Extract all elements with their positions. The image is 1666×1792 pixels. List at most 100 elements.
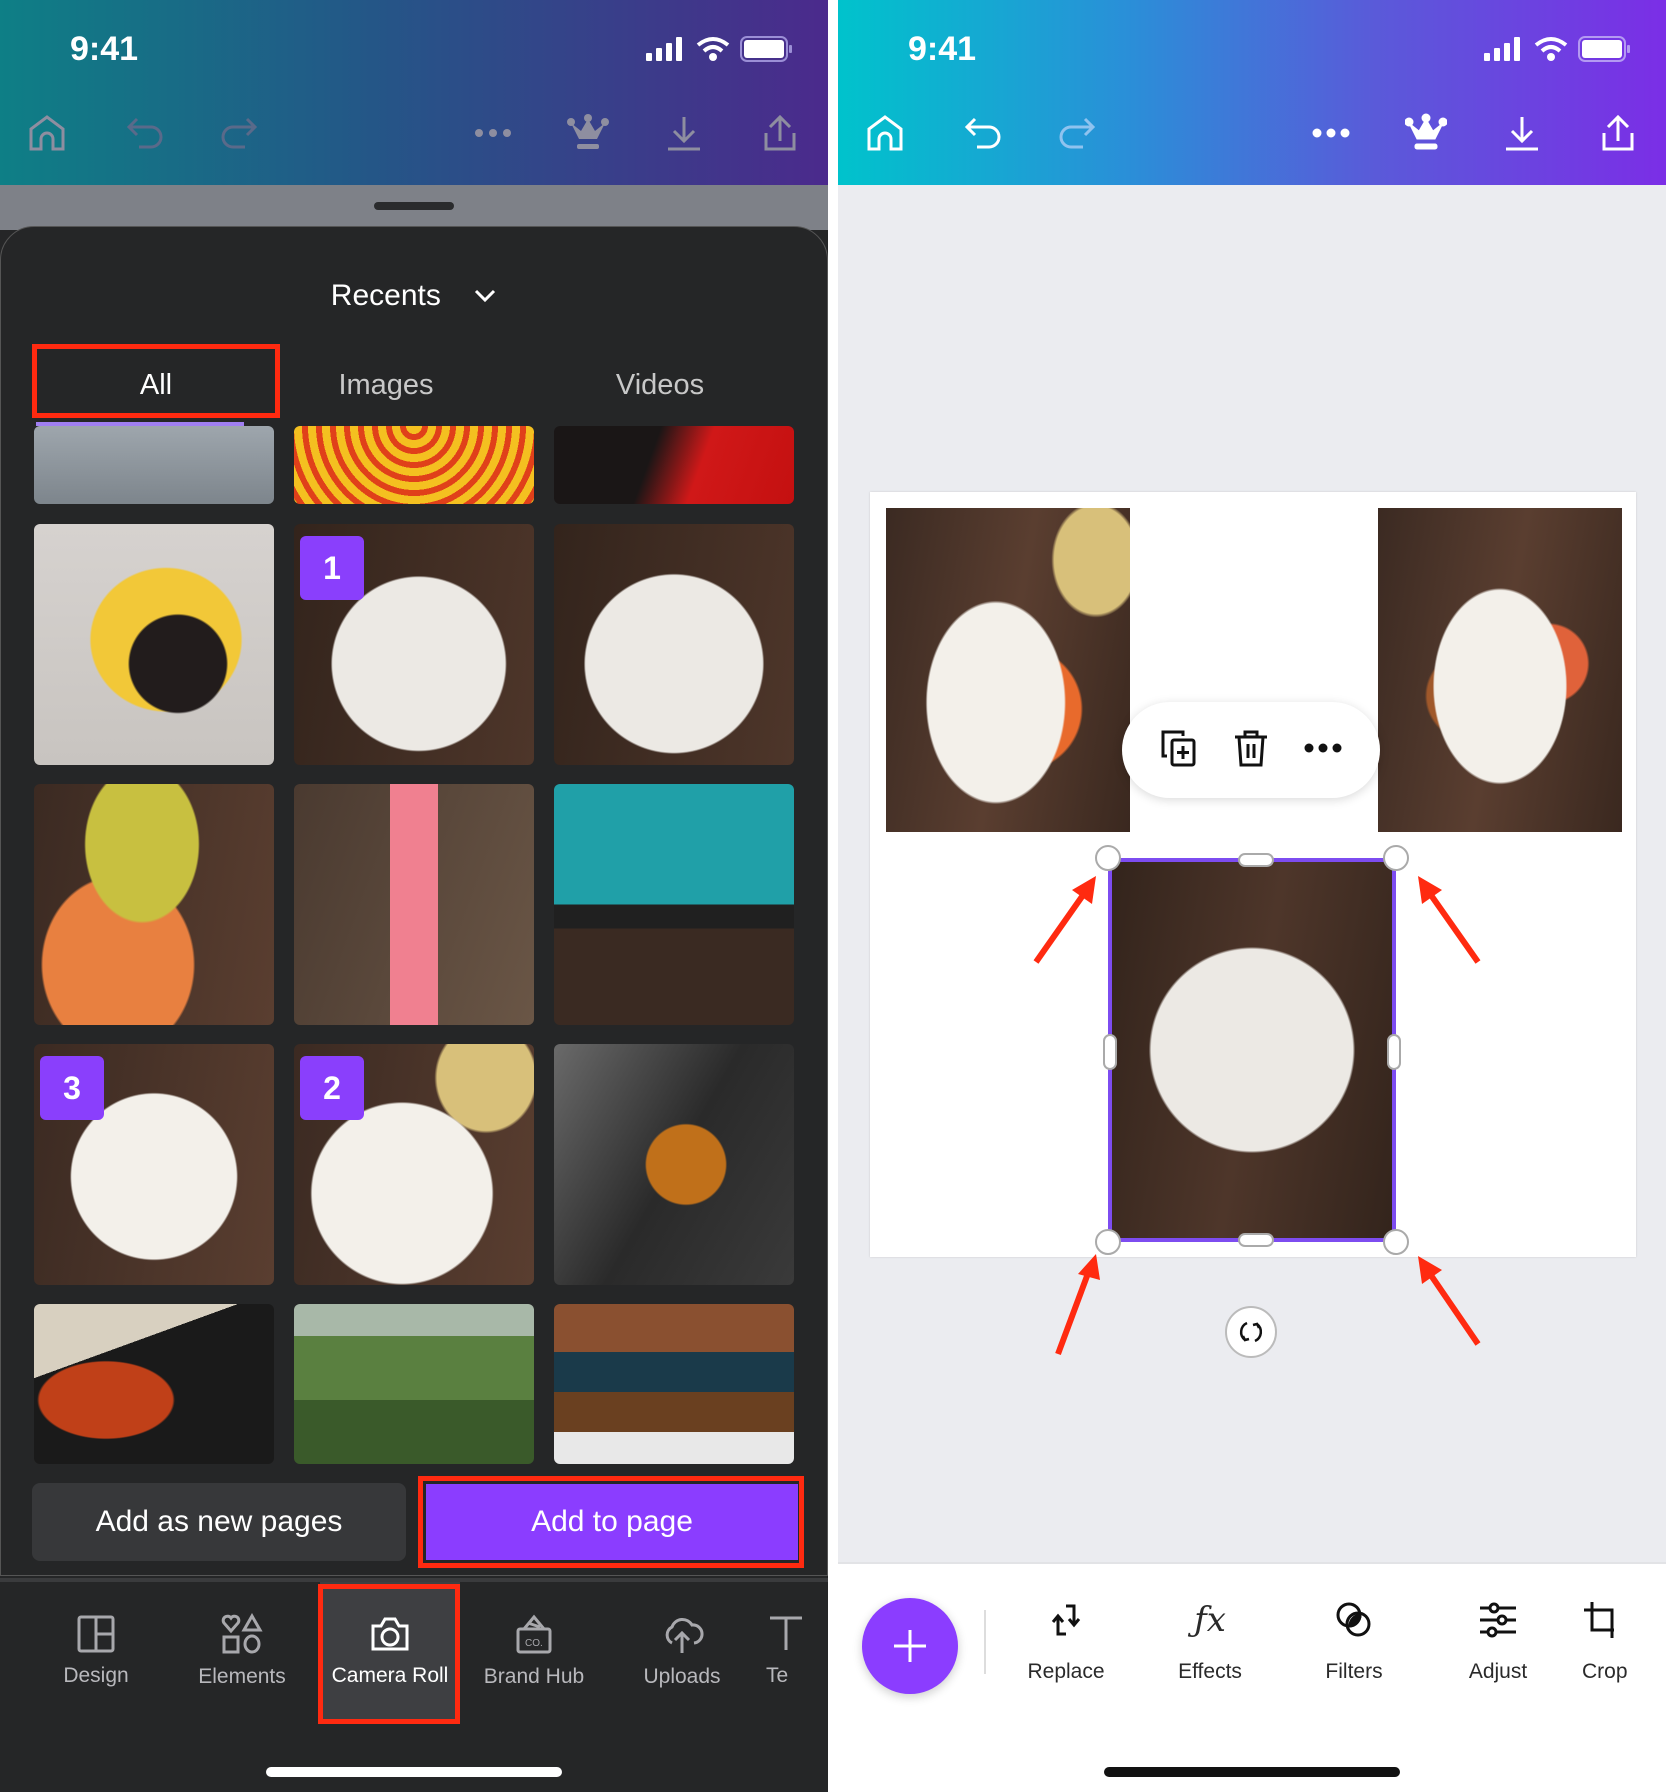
more-button[interactable] [468, 108, 518, 158]
duplicate-button[interactable] [1159, 728, 1199, 773]
home-button[interactable] [860, 108, 910, 158]
adjust-button[interactable]: Adjust [1438, 1600, 1558, 1684]
replace-button[interactable]: Replace [1006, 1600, 1126, 1684]
undo-button[interactable] [120, 108, 170, 158]
canvas-image-breakfast-plate[interactable] [1378, 508, 1622, 832]
nav-text[interactable]: Te [766, 1582, 828, 1720]
redo-icon [221, 117, 258, 149]
nav-elements[interactable]: Elements [172, 1582, 312, 1720]
sheet-drag-handle[interactable] [374, 202, 454, 210]
camera-roll-thumbnail[interactable] [294, 1304, 534, 1464]
nav-label: Elements [198, 1665, 286, 1688]
effects-button[interactable]: ƒx Effects [1150, 1600, 1270, 1684]
folder-label: Recents [330, 279, 441, 313]
nav-brand-hub[interactable]: CO. Brand Hub [464, 1582, 604, 1720]
toolbar-label: Crop [1582, 1660, 1628, 1683]
highlight-box-all-tab [32, 344, 280, 418]
home-icon [867, 115, 903, 151]
nav-label: Brand Hub [483, 1665, 585, 1688]
resize-handle-left[interactable] [1103, 1034, 1117, 1070]
download-button[interactable] [1497, 108, 1547, 158]
camera-roll-thumbnail[interactable] [294, 426, 534, 504]
add-element-button[interactable] [862, 1598, 958, 1694]
resize-handle-top-right[interactable] [1383, 845, 1409, 871]
chevron-down-icon [475, 290, 496, 303]
nav-design[interactable]: Design [26, 1582, 166, 1720]
more-options-button[interactable] [1303, 741, 1343, 759]
home-indicator [1104, 1767, 1400, 1777]
text-icon [770, 1616, 802, 1650]
nav-label: Uploads [643, 1665, 721, 1688]
wifi-icon [1534, 37, 1568, 61]
more-button[interactable] [1306, 108, 1356, 158]
status-time: 9:41 [70, 30, 139, 68]
resize-handle-top[interactable] [1238, 853, 1274, 867]
layout-icon [77, 1615, 115, 1653]
add-as-new-pages-button[interactable]: Add as new pages [32, 1483, 406, 1561]
editor-header: 9:41 [0, 0, 828, 185]
camera-roll-thumbnail[interactable] [34, 524, 274, 765]
annotation-arrow-top-left [1033, 876, 1096, 964]
camera-roll-thumbnail[interactable] [554, 524, 794, 765]
share-button[interactable] [1593, 108, 1643, 158]
camera-roll-thumbnail[interactable] [294, 784, 534, 1025]
tab-images[interactable]: Images [276, 350, 496, 420]
camera-roll-thumbnail[interactable]: 2 [294, 1044, 534, 1285]
nav-label: Design [63, 1664, 129, 1687]
duplicate-icon [1161, 730, 1196, 766]
signal-icon [646, 37, 682, 61]
home-button[interactable] [22, 108, 72, 158]
camera-roll-thumbnail[interactable] [554, 1044, 794, 1285]
redo-button[interactable] [214, 108, 264, 158]
camera-roll-thumbnail[interactable] [34, 1304, 274, 1464]
status-time: 9:41 [908, 30, 977, 68]
more-icon [1304, 743, 1342, 753]
camera-roll-thumbnail[interactable] [34, 784, 274, 1025]
replace-icon [1051, 1604, 1081, 1636]
plus-icon [894, 1630, 926, 1662]
selection-order-badge: 3 [40, 1056, 104, 1120]
screenshot-root: 9:41 Recents All Images Videos 132 Add a… [0, 0, 1666, 1792]
highlight-box-camera-roll [318, 1584, 460, 1724]
thumbnail-grid: 1 3 2 [34, 426, 794, 1466]
fx-icon: ƒx [1194, 1600, 1226, 1640]
toolbar-label: Effects [1178, 1660, 1242, 1683]
redo-button[interactable] [1052, 108, 1102, 158]
selected-image[interactable] [1095, 845, 1409, 1255]
resize-handle-bottom[interactable] [1238, 1233, 1274, 1247]
delete-button[interactable] [1233, 728, 1269, 773]
toolbar-label: Filters [1325, 1660, 1383, 1683]
nav-uploads[interactable]: Uploads [612, 1582, 752, 1720]
premium-button[interactable] [563, 108, 613, 158]
annotation-arrow-bottom-right [1418, 1256, 1481, 1346]
folder-dropdown[interactable]: Recents [0, 278, 828, 313]
resize-handle-right[interactable] [1387, 1034, 1401, 1070]
undo-button[interactable] [958, 108, 1008, 158]
crop-button[interactable]: Crop [1582, 1600, 1666, 1684]
premium-button[interactable] [1401, 108, 1451, 158]
share-button[interactable] [755, 108, 805, 158]
battery-icon [740, 36, 792, 62]
status-icons [646, 36, 794, 62]
more-icon [1312, 128, 1350, 138]
camera-roll-thumbnail[interactable] [554, 784, 794, 1025]
camera-roll-thumbnail[interactable] [34, 426, 274, 504]
tab-videos[interactable]: Videos [540, 350, 780, 420]
camera-roll-thumbnail[interactable] [554, 1304, 794, 1464]
home-indicator [266, 1767, 562, 1777]
camera-roll-thumbnail[interactable]: 3 [34, 1044, 274, 1285]
camera-roll-thumbnail[interactable] [554, 426, 794, 504]
filters-button[interactable]: Filters [1294, 1600, 1414, 1684]
highlight-box-add-to-page [418, 1476, 804, 1568]
more-icon [475, 129, 511, 137]
nav-label: Te [766, 1664, 789, 1687]
crown-icon [1405, 113, 1447, 150]
resize-handle-top-left[interactable] [1095, 845, 1121, 871]
sliders-icon [1480, 1602, 1516, 1638]
rotate-button[interactable] [1225, 1306, 1277, 1358]
canvas-image-fruit-plate[interactable] [886, 508, 1130, 832]
toolbar-label: Adjust [1468, 1660, 1528, 1683]
download-button[interactable] [659, 108, 709, 158]
camera-roll-thumbnail[interactable]: 1 [294, 524, 534, 765]
panel-divider [828, 0, 838, 1792]
